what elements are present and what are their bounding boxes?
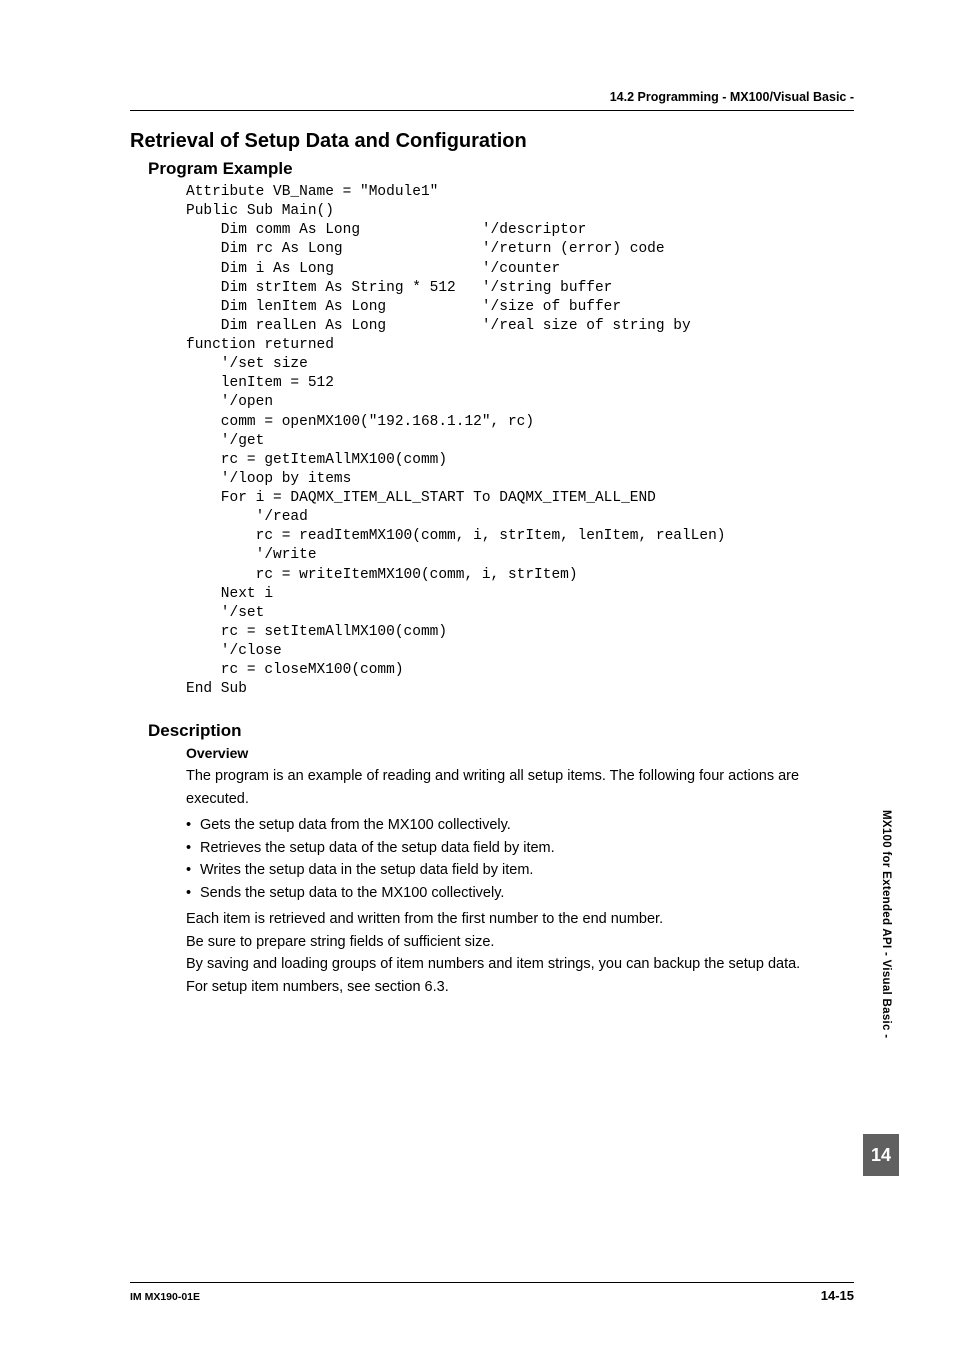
code-block: Attribute VB_Name = "Module1" Public Sub… [186, 183, 859, 699]
description-para: Each item is retrieved and written from … [186, 908, 849, 930]
header-rule [130, 110, 854, 111]
side-tab-label: MX100 for Extended API - Visual Basic - [880, 810, 892, 1038]
list-item: Gets the setup data from the MX100 colle… [186, 814, 859, 836]
description-heading: Description [148, 721, 859, 741]
chapter-number-box: 14 [863, 1134, 899, 1176]
footer-page-number: 14-15 [821, 1288, 854, 1303]
header-section-path: 14.2 Programming - MX100/Visual Basic - [610, 90, 854, 104]
list-item: Writes the setup data in the setup data … [186, 859, 859, 881]
program-example-heading: Program Example [148, 159, 859, 179]
footer-rule [130, 1282, 854, 1283]
list-item: Retrieves the setup data of the setup da… [186, 837, 859, 859]
footer-doc-id: IM MX190-01E [130, 1291, 200, 1303]
page-title: Retrieval of Setup Data and Configuratio… [130, 130, 859, 153]
overview-heading: Overview [186, 745, 859, 761]
description-para: For setup item numbers, see section 6.3. [186, 976, 849, 998]
description-para: Be sure to prepare string fields of suff… [186, 931, 849, 953]
bullet-list: Gets the setup data from the MX100 colle… [186, 814, 859, 904]
list-item: Sends the setup data to the MX100 collec… [186, 882, 859, 904]
description-para: By saving and loading groups of item num… [186, 953, 849, 975]
description-intro: The program is an example of reading and… [186, 765, 849, 810]
